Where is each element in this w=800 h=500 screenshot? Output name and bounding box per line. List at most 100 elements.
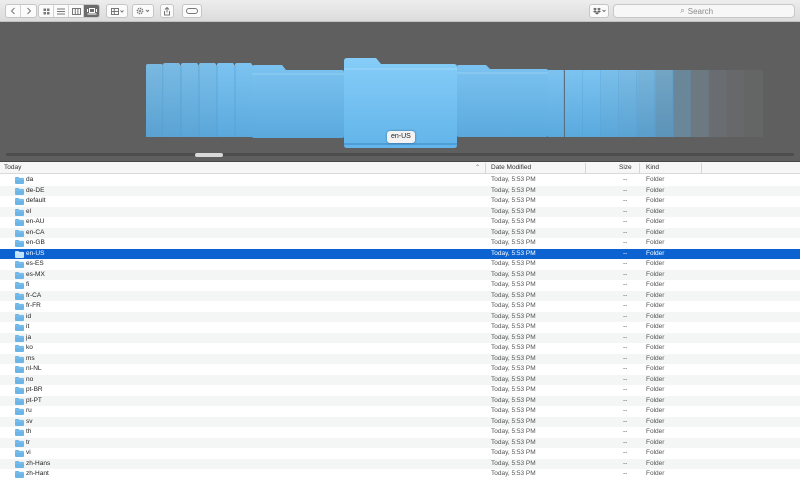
- folder-icon[interactable]: [457, 65, 548, 137]
- file-name[interactable]: en-CA: [26, 228, 44, 239]
- file-name[interactable]: zh-Hans: [26, 459, 50, 470]
- file-name[interactable]: es-ES: [26, 259, 44, 270]
- icon-view-button[interactable]: [39, 5, 54, 17]
- table-row[interactable]: en-GB Today, 5:53 PM -- Folder: [0, 238, 800, 249]
- column-header-name[interactable]: Today: [4, 162, 21, 174]
- folder-icon[interactable]: [637, 70, 656, 137]
- table-row[interactable]: es-MX Today, 5:53 PM -- Folder: [0, 269, 800, 281]
- file-name[interactable]: ja: [26, 333, 31, 344]
- action-button[interactable]: [132, 4, 154, 18]
- file-name[interactable]: es-MX: [26, 270, 45, 281]
- folder-icon[interactable]: [709, 70, 728, 137]
- file-name[interactable]: fi: [26, 280, 29, 291]
- table-row[interactable]: pt-BR Today, 5:53 PM -- Folder: [0, 385, 800, 396]
- file-name[interactable]: fr-FR: [26, 301, 41, 312]
- table-row[interactable]: sv Today, 5:53 PM -- Folder: [0, 416, 800, 428]
- column-header-kind[interactable]: Kind: [646, 162, 659, 174]
- table-row[interactable]: zh-Hans Today, 5:53 PM -- Folder: [0, 458, 800, 470]
- file-name[interactable]: no: [26, 375, 33, 386]
- folder-icon[interactable]: [565, 70, 584, 137]
- table-row[interactable]: en-US Today, 5:53 PM -- Folder: [0, 248, 800, 260]
- table-row[interactable]: pt-PT Today, 5:53 PM -- Folder: [0, 395, 800, 407]
- column-divider[interactable]: [639, 163, 640, 173]
- table-row[interactable]: ru Today, 5:53 PM -- Folder: [0, 406, 800, 417]
- folder-icon[interactable]: [198, 63, 217, 137]
- table-row[interactable]: tr Today, 5:53 PM -- Folder: [0, 437, 800, 449]
- table-row[interactable]: ko Today, 5:53 PM -- Folder: [0, 343, 800, 354]
- share-button[interactable]: [160, 4, 174, 18]
- file-name[interactable]: da: [26, 175, 33, 186]
- column-header-size[interactable]: Size: [619, 162, 632, 174]
- folder-icon[interactable]: [234, 63, 253, 137]
- file-name[interactable]: el: [26, 207, 31, 218]
- file-name[interactable]: en-GB: [26, 238, 45, 249]
- table-row[interactable]: fr-FR Today, 5:53 PM -- Folder: [0, 301, 800, 312]
- file-name[interactable]: tr: [26, 438, 30, 449]
- table-row[interactable]: ja Today, 5:53 PM -- Folder: [0, 332, 800, 344]
- folder-icon[interactable]: [655, 70, 674, 137]
- table-row[interactable]: it Today, 5:53 PM -- Folder: [0, 322, 800, 333]
- file-name[interactable]: it: [26, 322, 29, 333]
- file-name[interactable]: pt-BR: [26, 385, 43, 396]
- coverflow-scrollbar[interactable]: [6, 153, 794, 156]
- file-name[interactable]: nl-NL: [26, 364, 42, 375]
- column-view-button[interactable]: [69, 5, 84, 17]
- back-button[interactable]: [6, 5, 21, 17]
- column-header-date[interactable]: Date Modified: [491, 162, 531, 174]
- table-row[interactable]: vi Today, 5:53 PM -- Folder: [0, 448, 800, 459]
- file-name[interactable]: id: [26, 312, 31, 323]
- table-row[interactable]: fr-CA Today, 5:53 PM -- Folder: [0, 290, 800, 302]
- search-input[interactable]: [687, 6, 728, 16]
- group-button[interactable]: [106, 4, 128, 18]
- folder-icon[interactable]: [745, 70, 763, 137]
- table-row[interactable]: da Today, 5:53 PM -- Folder: [0, 175, 800, 186]
- file-name[interactable]: fr-CA: [26, 291, 41, 302]
- tag-button[interactable]: [182, 4, 202, 18]
- folder-icon[interactable]: [583, 70, 602, 137]
- file-name[interactable]: sv: [26, 417, 33, 428]
- coverflow-scroll-thumb[interactable]: [195, 153, 223, 157]
- folder-icon[interactable]: [727, 70, 746, 137]
- file-name[interactable]: ms: [26, 354, 35, 365]
- table-row[interactable]: ms Today, 5:53 PM -- Folder: [0, 353, 800, 365]
- table-row[interactable]: no Today, 5:53 PM -- Folder: [0, 374, 800, 386]
- file-name[interactable]: ru: [26, 406, 32, 417]
- folder-icon[interactable]: [691, 70, 710, 137]
- table-row[interactable]: es-ES Today, 5:53 PM -- Folder: [0, 259, 800, 270]
- file-name[interactable]: vi: [26, 448, 31, 459]
- table-row[interactable]: en-CA Today, 5:53 PM -- Folder: [0, 227, 800, 239]
- table-row[interactable]: nl-NL Today, 5:53 PM -- Folder: [0, 364, 800, 375]
- table-row[interactable]: fi Today, 5:53 PM -- Folder: [0, 280, 800, 291]
- folder-icon[interactable]: [146, 64, 164, 137]
- list-view-button[interactable]: [54, 5, 69, 17]
- table-row[interactable]: zh-Hant Today, 5:53 PM -- Folder: [0, 469, 800, 480]
- dropbox-button[interactable]: [589, 4, 609, 18]
- file-name[interactable]: de-DE: [26, 186, 44, 197]
- folder-icon[interactable]: [216, 63, 235, 137]
- file-name[interactable]: en-US: [26, 249, 44, 260]
- folder-icon[interactable]: [601, 70, 620, 137]
- table-row[interactable]: el Today, 5:53 PM -- Folder: [0, 206, 800, 218]
- coverflow-view-button[interactable]: [84, 5, 99, 17]
- folder-icon[interactable]: [252, 65, 344, 138]
- table-row[interactable]: en-AU Today, 5:53 PM -- Folder: [0, 217, 800, 228]
- file-name[interactable]: ko: [26, 343, 33, 354]
- folder-icon[interactable]: [548, 70, 565, 137]
- forward-button[interactable]: [21, 5, 36, 17]
- table-row[interactable]: de-DE Today, 5:53 PM -- Folder: [0, 185, 800, 197]
- folder-icon[interactable]: [673, 70, 692, 137]
- file-name[interactable]: en-AU: [26, 217, 44, 228]
- table-row[interactable]: th Today, 5:53 PM -- Folder: [0, 427, 800, 438]
- table-row[interactable]: id Today, 5:53 PM -- Folder: [0, 311, 800, 323]
- coverflow-pane[interactable]: en-US: [0, 22, 800, 162]
- file-name[interactable]: th: [26, 427, 31, 438]
- folder-icon[interactable]: [180, 63, 199, 137]
- column-divider[interactable]: [701, 163, 702, 173]
- column-divider[interactable]: [485, 163, 486, 173]
- column-divider[interactable]: [585, 163, 586, 173]
- file-name[interactable]: pt-PT: [26, 396, 42, 407]
- table-row[interactable]: default Today, 5:53 PM -- Folder: [0, 196, 800, 207]
- file-name[interactable]: default: [26, 196, 46, 207]
- search-field[interactable]: ⌕: [613, 4, 795, 18]
- file-name[interactable]: zh-Hant: [26, 469, 49, 480]
